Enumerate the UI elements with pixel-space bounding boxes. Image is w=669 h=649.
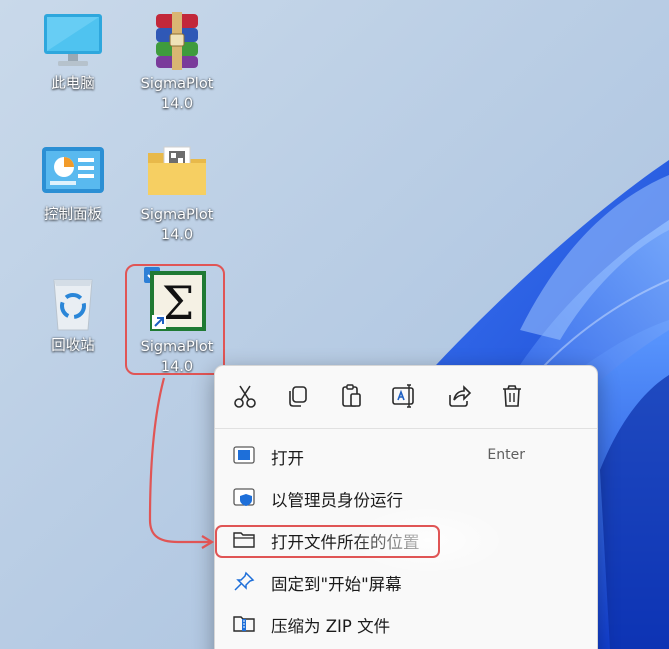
delete-icon [503, 385, 521, 407]
paste-button[interactable] [336, 381, 366, 411]
desktop-icon-label: 此电脑 [51, 76, 95, 92]
desktop-icon-sigmaplot-archive[interactable]: SigmaPlot 14.0 [130, 10, 224, 114]
control-panel-icon [38, 141, 108, 203]
share-icon [449, 385, 472, 407]
zip-icon [233, 616, 255, 632]
copy-icon [289, 386, 307, 407]
desktop-icon-control-panel[interactable]: 控制面板 [26, 141, 120, 225]
menu-item-open[interactable]: 打开 Enter [219, 436, 593, 474]
monitor-icon [38, 10, 108, 72]
cut-button[interactable] [230, 381, 260, 411]
rename-icon [392, 384, 414, 408]
desktop-icon-label: 控制面板 [44, 207, 102, 223]
admin-shield-icon [233, 488, 255, 506]
copy-button[interactable] [283, 381, 313, 411]
open-app-icon [233, 446, 255, 464]
desktop: 此电脑 SigmaPlot 14.0 控制面板 SigmaPlot 14.0 回… [0, 0, 669, 649]
desktop-icon-label: 回收站 [51, 338, 95, 354]
desktop-icon-recycle-bin[interactable]: 回收站 [26, 272, 120, 356]
desktop-icon-label: SigmaPlot 14.0 [140, 76, 214, 112]
desktop-icon-this-pc[interactable]: 此电脑 [26, 10, 120, 94]
delete-button[interactable] [497, 381, 527, 411]
recycle-bin-icon [38, 272, 108, 334]
selection-highlight-annotation [125, 264, 225, 375]
menu-separator [215, 428, 597, 429]
menu-item-compress-zip[interactable]: 压缩为 ZIP 文件 [219, 604, 593, 642]
share-button[interactable] [444, 381, 474, 411]
quick-actions-bar [215, 366, 597, 428]
winrar-archive-icon [142, 10, 212, 72]
desktop-icon-label: SigmaPlot 14.0 [140, 207, 214, 243]
paste-icon [342, 384, 361, 407]
folder-icon [142, 141, 212, 203]
pin-icon [234, 571, 255, 591]
cut-icon [234, 385, 256, 408]
rename-button[interactable] [389, 381, 419, 411]
menu-highlight-annotation [215, 525, 440, 558]
desktop-icon-sigmaplot-folder[interactable]: SigmaPlot 14.0 [130, 141, 224, 245]
shortcut-hint: Enter [487, 447, 525, 463]
